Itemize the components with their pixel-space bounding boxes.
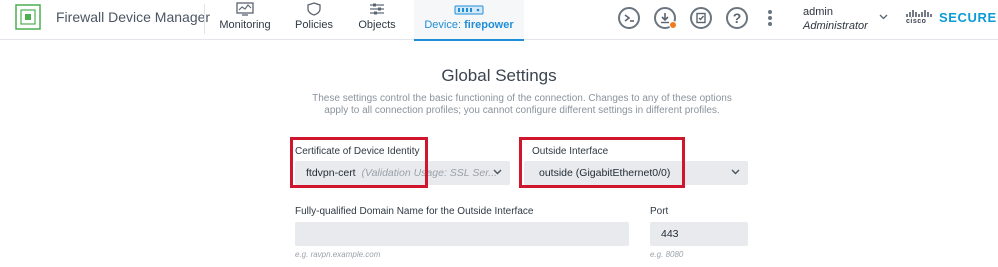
top-nav: Firewall Device Manager Monitoring Polic… xyxy=(0,0,998,41)
tab-policies[interactable]: Policies xyxy=(288,0,340,40)
tab-device[interactable]: Device: firepower xyxy=(414,0,524,41)
help-icon: ? xyxy=(732,10,742,26)
port-input-value: 443 xyxy=(661,228,679,240)
fqdn-input[interactable] xyxy=(295,222,629,246)
nav-divider xyxy=(204,4,205,34)
page-title: Global Settings xyxy=(441,66,557,85)
tab-objects[interactable]: Objects xyxy=(352,0,402,40)
fdm-logo-icon[interactable] xyxy=(15,4,41,30)
cli-console-button[interactable] xyxy=(618,7,640,29)
page-description: These settings control the basic functio… xyxy=(312,93,732,116)
cisco-logo-icon xyxy=(906,10,932,17)
port-label: Port xyxy=(650,206,669,217)
policies-icon xyxy=(307,2,321,16)
tab-device-label: Device: firepower xyxy=(424,19,514,31)
active-tab-indicator xyxy=(414,39,524,41)
deploy-button[interactable] xyxy=(654,7,677,29)
task-list-icon xyxy=(696,12,706,24)
port-input[interactable]: 443 xyxy=(650,222,748,246)
chevron-down-icon xyxy=(493,169,502,175)
outside-interface-highlight xyxy=(519,137,685,188)
tab-monitoring-label: Monitoring xyxy=(219,19,271,31)
tab-monitoring[interactable]: Monitoring xyxy=(212,0,278,40)
fqdn-label: Fully-qualified Domain Name for the Outs… xyxy=(295,206,534,217)
user-role: Administrator xyxy=(803,20,868,32)
help-button[interactable]: ? xyxy=(726,7,748,29)
user-menu-chevron-down-icon[interactable] xyxy=(879,14,888,20)
terminal-icon xyxy=(624,14,634,22)
device-icon xyxy=(454,5,484,15)
port-helper-text: e.g. 8080 xyxy=(650,250,684,259)
tab-objects-label: Objects xyxy=(358,19,396,31)
chevron-down-icon xyxy=(731,169,740,175)
cisco-wordmark: cisco xyxy=(906,18,927,25)
product-wordmark: SECURE xyxy=(939,10,997,25)
app-title: Firewall Device Manager xyxy=(56,9,211,25)
more-options-icon[interactable] xyxy=(767,10,773,28)
fqdn-helper-text: e.g. ravpn.example.com xyxy=(295,250,381,259)
objects-icon xyxy=(370,3,384,15)
task-list-button[interactable] xyxy=(690,7,712,29)
certificate-highlight xyxy=(290,137,428,188)
monitoring-icon xyxy=(236,2,254,16)
tab-policies-label: Policies xyxy=(295,19,333,31)
user-name: admin xyxy=(803,6,833,18)
pending-changes-badge xyxy=(669,21,677,29)
